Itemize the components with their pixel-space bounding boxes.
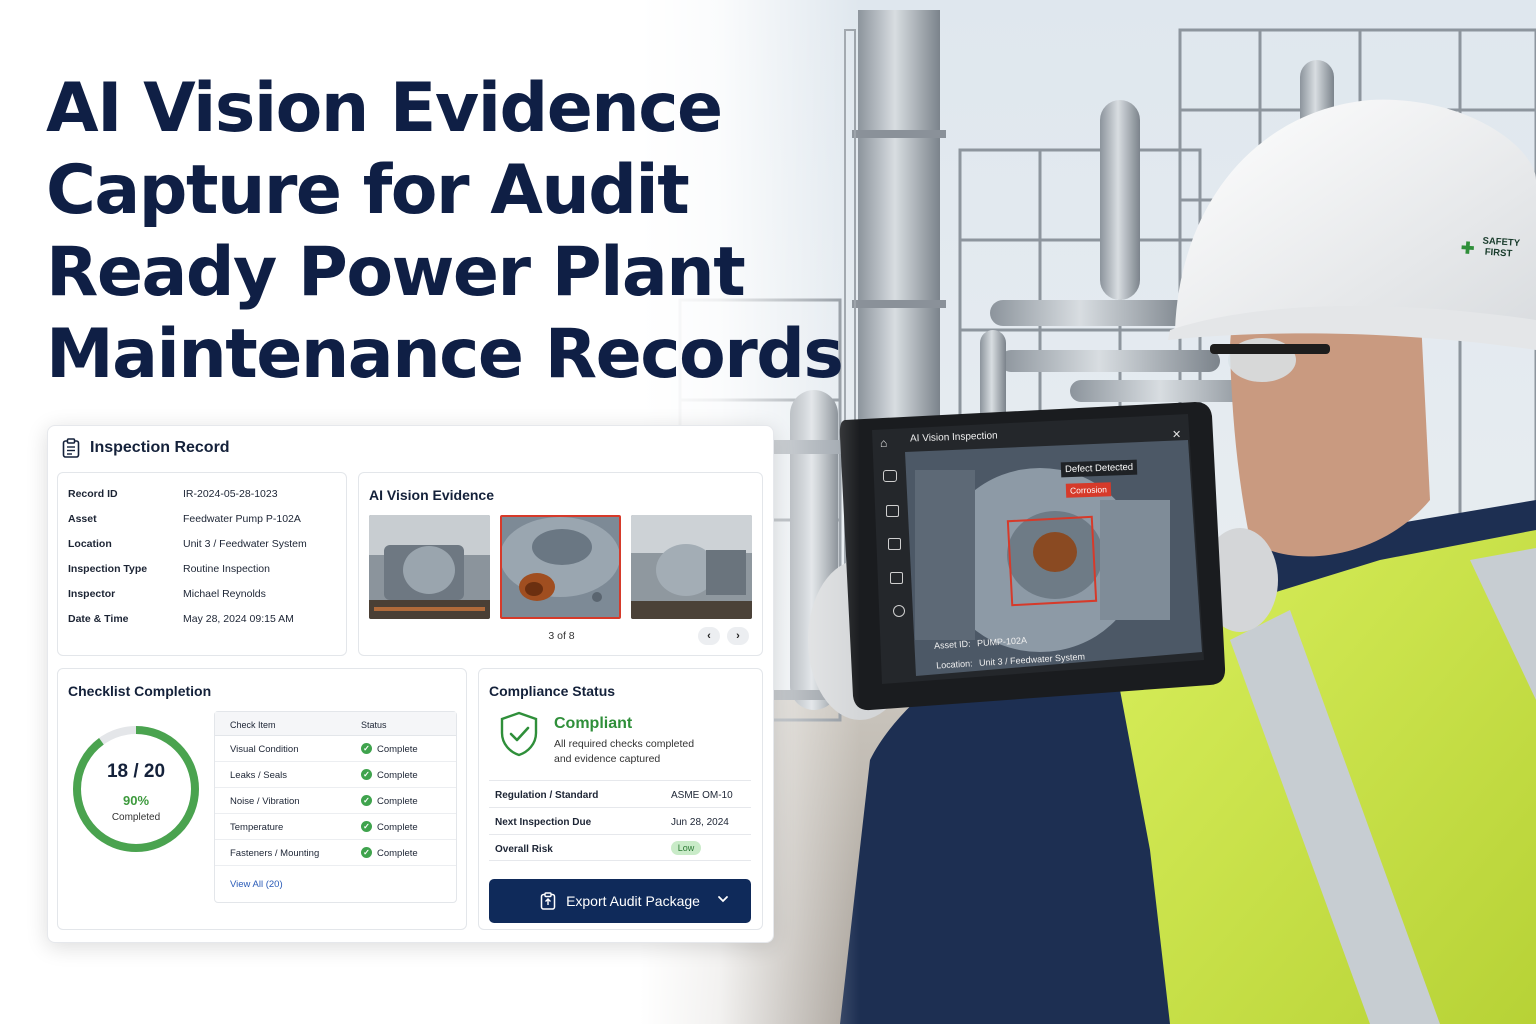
check-item: Noise / Vibration: [230, 796, 300, 807]
check-item: Fasteners / Mounting: [230, 848, 320, 859]
record-value: Unit 3 / Feedwater System: [183, 538, 307, 550]
checklist-title: Checklist Completion: [68, 683, 212, 699]
defect-bounding-box: [1006, 515, 1098, 607]
table-row: Leaks / Seals ✓ Complete: [215, 762, 456, 788]
header-check-item: Check Item: [230, 720, 276, 730]
compliance-row: Overall Risk Low: [489, 834, 751, 861]
clipboard-export-icon: [540, 892, 556, 910]
table-header: Check Item Status: [215, 712, 456, 736]
inspection-record-card: Inspection Record Record ID IR-2024-05-2…: [47, 425, 774, 943]
card-header: Inspection Record: [62, 438, 230, 458]
table-row: Visual Condition ✓ Complete: [215, 736, 456, 762]
export-button-label: Export Audit Package: [566, 893, 700, 909]
record-value: May 28, 2024 09:15 AM: [183, 613, 294, 625]
headline-line-1: AI Vision Evidence: [46, 69, 723, 148]
compliance-status: Compliant: [554, 715, 633, 732]
evidence-thumbnail[interactable]: [369, 515, 490, 619]
check-item: Visual Condition: [230, 744, 299, 755]
check-circle-icon: ✓: [361, 795, 372, 806]
check-circle-icon: ✓: [361, 847, 372, 858]
check-status: Complete: [377, 744, 418, 755]
record-label: Inspection Type: [68, 563, 148, 575]
completion-donut: [73, 726, 199, 852]
chevron-down-icon[interactable]: [717, 893, 729, 905]
check-circle-icon: ✓: [361, 769, 372, 780]
check-item: Temperature: [230, 822, 284, 833]
record-label: Location: [68, 538, 112, 550]
record-label: Asset: [68, 513, 97, 525]
completion-label: Completed: [111, 812, 161, 823]
tablet-capture-icon[interactable]: [890, 572, 903, 584]
headline-line-2: Capture for Audit: [46, 151, 690, 230]
record-value: Michael Reynolds: [183, 588, 266, 600]
defect-type-badge: Corrosion: [1065, 482, 1112, 498]
record-label: Inspector: [68, 588, 116, 600]
header-status: Status: [361, 720, 387, 730]
tablet-close-icon[interactable]: ✕: [1172, 428, 1181, 441]
headline-line-3: Ready Power Plant: [46, 233, 746, 312]
tablet-home-icon[interactable]: ⌂: [880, 436, 894, 450]
risk-badge: Low: [671, 841, 701, 855]
tablet-camera-icon[interactable]: [883, 470, 897, 482]
clipboard-icon: [62, 438, 80, 458]
tablet-gallery-icon[interactable]: [886, 505, 899, 517]
compliance-row: Next Inspection Due Jun 28, 2024: [489, 807, 751, 834]
compliance-description-line2: and evidence captured: [554, 753, 661, 765]
safety-cross-icon: ✚: [1460, 239, 1475, 258]
record-value: Feedwater Pump P-102A: [183, 513, 301, 525]
record-value: Routine Inspection: [183, 563, 270, 575]
compliance-description-line1: All required checks completed: [554, 738, 695, 750]
evidence-thumbnail[interactable]: [631, 515, 752, 619]
compliance-panel: Compliance Status Compliant All required…: [478, 668, 763, 930]
card-title: Inspection Record: [90, 439, 230, 456]
chevron-left-icon[interactable]: ‹: [698, 627, 720, 645]
export-audit-package-button[interactable]: Export Audit Package: [489, 879, 751, 923]
checklist-panel: Checklist Completion 18 / 20 90% Complet…: [57, 668, 467, 930]
check-circle-icon: ✓: [361, 821, 372, 832]
tablet-settings-icon[interactable]: [893, 605, 905, 617]
compliance-label: Next Inspection Due: [495, 817, 592, 828]
completion-count: 18 / 20: [106, 761, 166, 782]
record-details-panel: Record ID IR-2024-05-28-1023 Asset Feedw…: [57, 472, 347, 656]
record-label: Record ID: [68, 488, 118, 500]
tablet-scan-icon[interactable]: [888, 538, 901, 550]
page-headline: AI Vision Evidence Capture for Audit Rea…: [46, 68, 844, 396]
record-label: Date & Time: [68, 613, 129, 625]
compliance-row: Regulation / Standard ASME OM-10: [489, 780, 751, 807]
headline-line-4: Maintenance Records: [46, 315, 844, 394]
check-status: Complete: [377, 848, 418, 859]
chevron-right-icon[interactable]: ›: [727, 627, 749, 645]
completion-percent: 90%: [122, 793, 150, 808]
defect-detected-label: Defect Detected: [1060, 459, 1138, 478]
vision-evidence-panel: AI Vision Evidence 3 of 8 ‹ ›: [358, 472, 763, 656]
compliance-value: ASME OM-10: [671, 790, 733, 801]
check-status: Complete: [377, 822, 418, 833]
check-item: Leaks / Seals: [230, 770, 288, 781]
evidence-thumbnail-selected[interactable]: [500, 515, 621, 619]
table-row: Noise / Vibration ✓ Complete: [215, 788, 456, 814]
view-all-link[interactable]: View All (20): [230, 879, 283, 890]
table-row: Temperature ✓ Complete: [215, 814, 456, 840]
compliance-label: Regulation / Standard: [495, 790, 599, 801]
shield-check-icon: [500, 711, 538, 757]
check-circle-icon: ✓: [361, 743, 372, 754]
vision-evidence-title: AI Vision Evidence: [369, 487, 495, 503]
check-status: Complete: [377, 770, 418, 781]
compliance-value: Jun 28, 2024: [671, 817, 729, 828]
compliance-title: Compliance Status: [489, 683, 616, 699]
table-row: Fasteners / Mounting ✓ Complete: [215, 840, 456, 866]
record-value: IR-2024-05-28-1023: [183, 488, 278, 500]
check-status: Complete: [377, 796, 418, 807]
helmet-line2: FIRST: [1484, 246, 1513, 260]
checklist-table: Check Item Status Visual Condition ✓ Com…: [214, 711, 457, 903]
compliance-label: Overall Risk: [495, 844, 553, 855]
